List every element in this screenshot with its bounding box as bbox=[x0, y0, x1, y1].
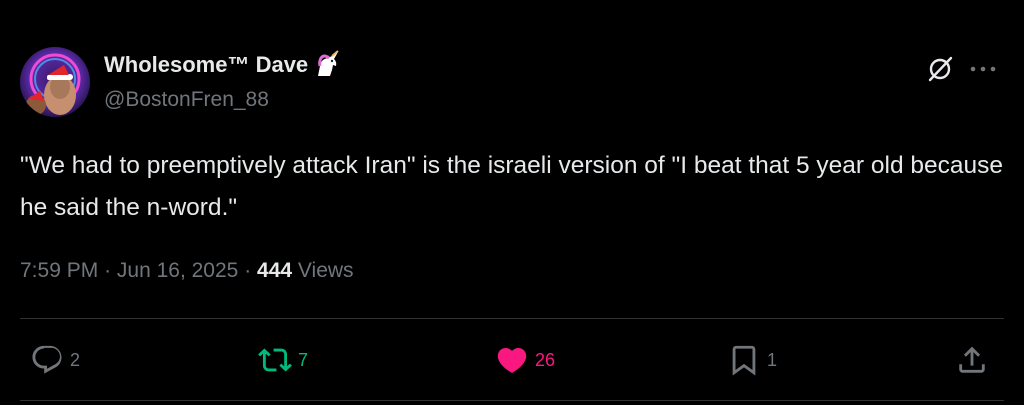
bookmark-button[interactable]: 1 bbox=[727, 343, 777, 377]
meta-separator: · bbox=[104, 259, 112, 282]
tweet-text: "We had to preemptively attack Iran" is … bbox=[20, 152, 1004, 221]
reply-button[interactable]: 2 bbox=[30, 343, 80, 377]
bookmark-icon bbox=[732, 345, 756, 376]
grok-icon[interactable] bbox=[926, 55, 954, 83]
retweet-icon bbox=[258, 348, 292, 372]
share-icon bbox=[959, 346, 985, 373]
meta-separator: · bbox=[244, 259, 252, 282]
author-handle[interactable]: @BostonFren_88 bbox=[104, 88, 269, 112]
heart-icon bbox=[497, 347, 527, 373]
avatar[interactable] bbox=[20, 47, 90, 117]
retweet-button[interactable]: 7 bbox=[258, 343, 308, 377]
tweet-time[interactable]: 7:59 PM bbox=[20, 259, 98, 282]
author-name-row[interactable]: Wholesome™ Dave bbox=[104, 50, 342, 80]
tweet-date[interactable]: Jun 16, 2025 bbox=[117, 259, 238, 282]
unicorn-icon bbox=[318, 50, 339, 76]
tweet-meta: 7:59 PM · Jun 16, 2025 · 444 Views bbox=[20, 259, 354, 283]
share-button[interactable] bbox=[955, 343, 989, 377]
more-options-icon[interactable] bbox=[968, 62, 998, 76]
bookmark-count: 1 bbox=[767, 349, 778, 370]
author-display-name[interactable]: Wholesome™ Dave bbox=[104, 52, 308, 78]
retweet-count: 7 bbox=[298, 349, 309, 370]
like-button[interactable]: 26 bbox=[495, 343, 555, 377]
views-count: 444 bbox=[257, 259, 293, 282]
divider bbox=[20, 400, 1004, 401]
reply-count: 2 bbox=[70, 349, 81, 370]
like-count: 26 bbox=[535, 349, 556, 370]
views-label: Views bbox=[297, 259, 354, 282]
divider bbox=[20, 318, 1004, 319]
reply-icon bbox=[32, 345, 62, 374]
